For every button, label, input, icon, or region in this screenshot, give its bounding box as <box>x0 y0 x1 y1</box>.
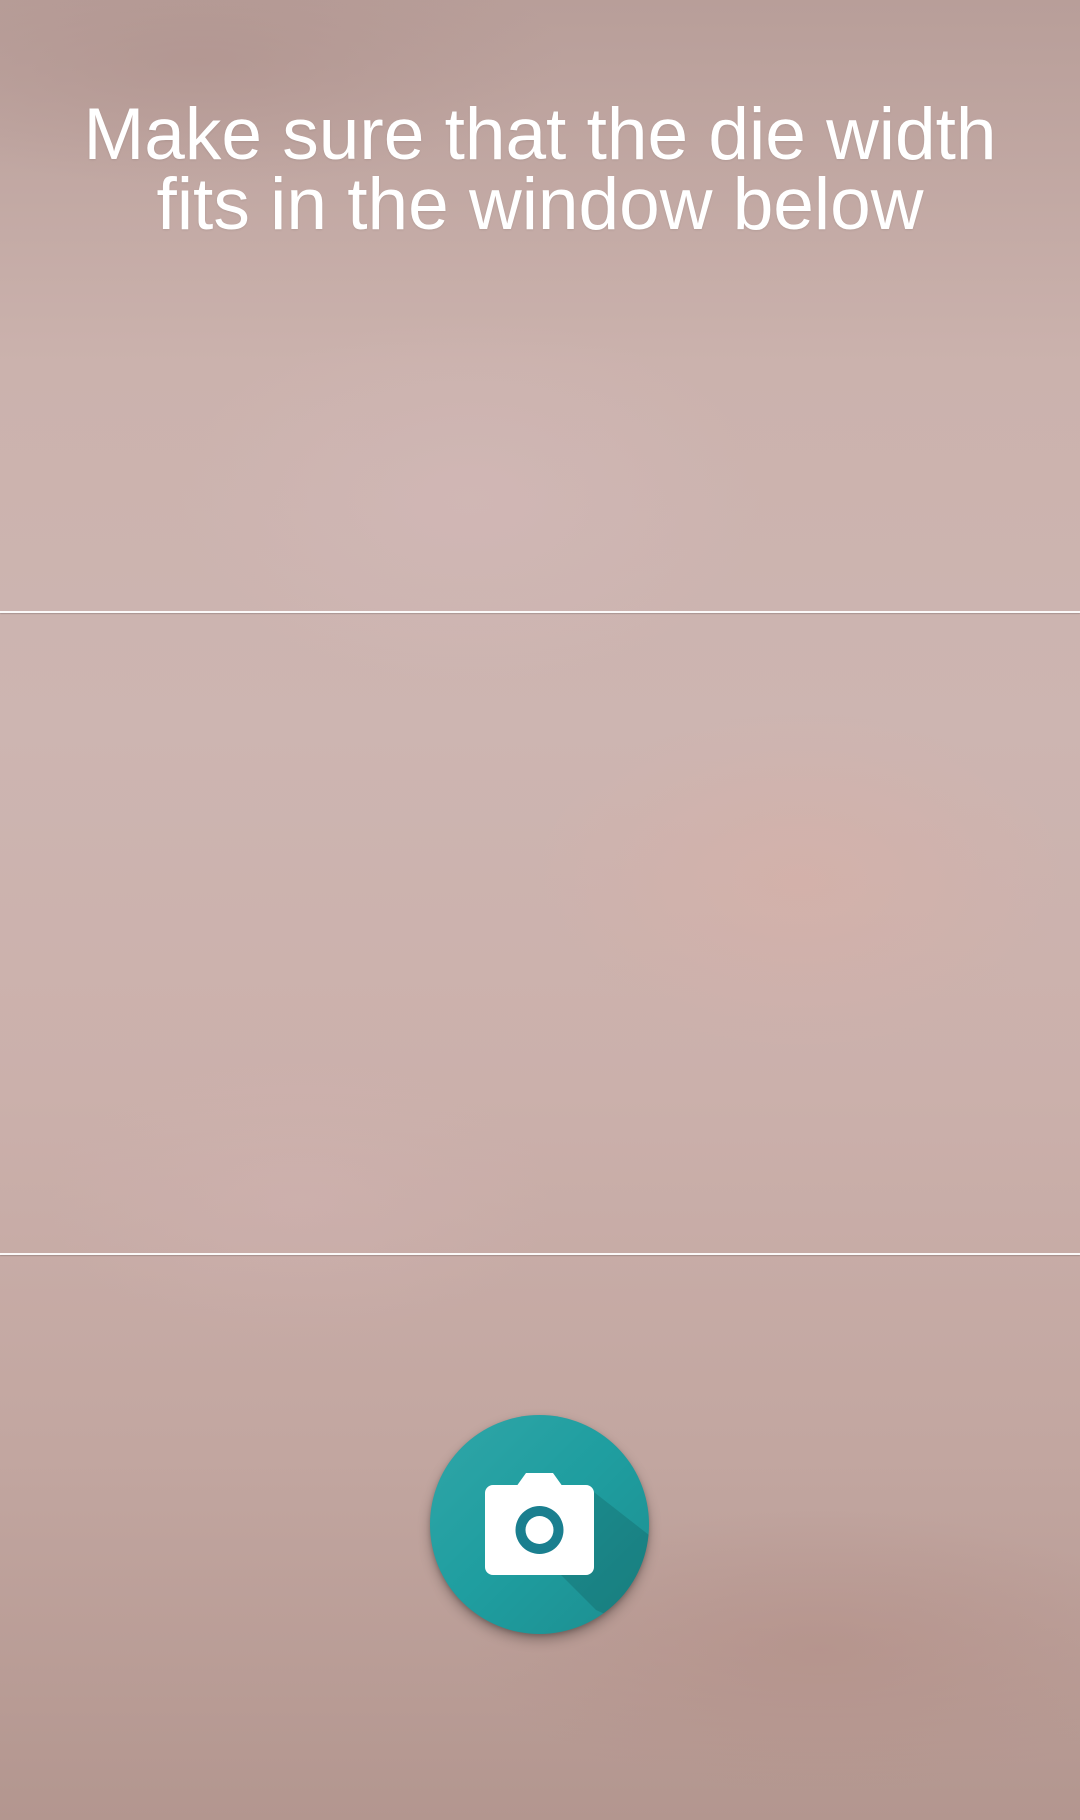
instruction-text: Make sure that the die width fits in the… <box>83 94 997 245</box>
guide-line-top <box>0 611 1080 613</box>
guide-line-bottom <box>0 1253 1080 1255</box>
capture-button[interactable] <box>430 1415 649 1634</box>
camera-icon <box>485 1473 649 1634</box>
camera-viewfinder: Make sure that the die width fits in the… <box>0 0 1080 1820</box>
